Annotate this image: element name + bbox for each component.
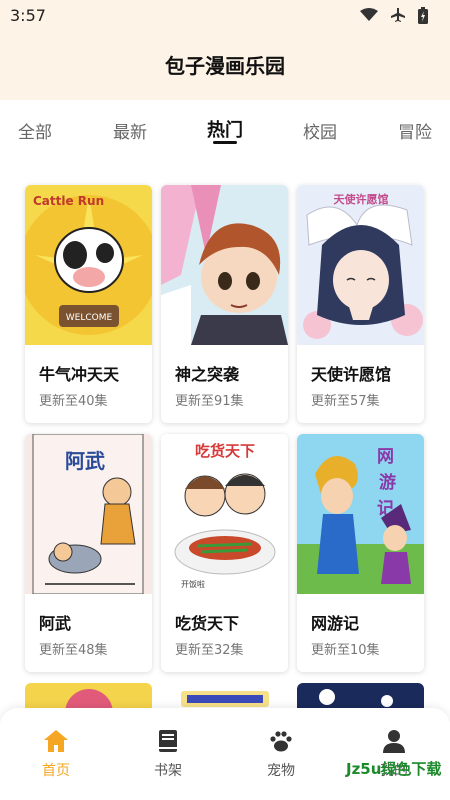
tab-hot[interactable]: 热门 [207,116,243,142]
paw-icon [270,731,292,752]
comic-card[interactable]: 吃货天下 开饭啦 吃货天下 更新至32集 [161,434,288,672]
status-icons [360,6,428,24]
comic-cover: 阿武 [25,434,152,594]
tab-adventure[interactable]: 冒险 [398,118,432,143]
status-bar: 3:57 [0,0,450,30]
nav-label: 首页 [42,763,70,779]
comic-title: 吃货天下 [175,614,240,633]
site-watermark: Jz5u绿色下载 [346,760,442,778]
nav-bookshelf[interactable]: 书架 [133,728,203,780]
status-time: 3:57 [10,5,46,25]
svg-text:吃货天下: 吃货天下 [195,442,255,460]
app-header: 3:57 包子漫画乐园 [0,0,450,100]
svg-text:Cattle Run: Cattle Run [33,194,104,208]
comic-card[interactable]: 网 游 记 网游记 更新至10集 [297,434,424,672]
nav-home[interactable]: 首页 [21,728,91,780]
tab-all[interactable]: 全部 [18,118,52,143]
comic-card[interactable]: WELCOME Cattle Run 牛气冲天天 更新至40集 [25,185,152,423]
comic-card[interactable]: 天使许愿馆 天使许愿馆 更新至57集 [297,185,424,423]
nav-pets[interactable]: 宠物 [246,728,316,780]
svg-text:开饭啦: 开饭啦 [181,579,205,589]
comic-cover: WELCOME Cattle Run [25,185,152,345]
comic-title: 牛气冲天天 [39,365,120,384]
comic-cover: 吃货天下 开饭啦 [161,434,288,594]
comic-cover [161,185,288,345]
svg-text:阿武: 阿武 [65,449,105,473]
comic-episode-count: 更新至40集 [39,394,108,409]
comic-cover: 天使许愿馆 [297,185,424,345]
nav-label: 宠物 [267,763,295,779]
user-icon [383,730,405,753]
comic-title: 神之突袭 [175,365,240,384]
bottom-nav: 首页 书架 宠物 我的 [0,708,450,800]
home-icon [44,730,68,752]
wifi-icon [360,8,378,21]
book-icon [159,730,177,752]
comic-card[interactable]: 神之突袭 更新至91集 [161,185,288,423]
comic-title: 天使许愿馆 [311,365,392,384]
comic-episode-count: 更新至57集 [311,394,380,409]
tab-latest[interactable]: 最新 [113,118,147,143]
battery-icon [418,6,428,24]
comic-title: 阿武 [39,614,72,633]
svg-text:网: 网 [377,447,394,467]
comic-title: 网游记 [311,614,360,633]
comic-episode-count: 更新至91集 [175,394,244,409]
comic-card[interactable]: 阿武 阿武 更新至48集 [25,434,152,672]
airplane-icon [391,8,405,22]
nav-label: 书架 [154,763,182,779]
svg-text:游: 游 [379,472,396,493]
comic-cover: 网 游 记 [297,434,424,594]
page-title: 包子漫画乐园 [165,54,285,78]
tab-campus[interactable]: 校园 [303,118,337,143]
svg-text:天使许愿馆: 天使许愿馆 [334,192,389,206]
comic-episode-count: 更新至10集 [311,643,380,658]
active-tab-indicator [213,141,237,144]
svg-text:WELCOME: WELCOME [66,313,113,323]
comic-episode-count: 更新至32集 [175,643,244,658]
comic-episode-count: 更新至48集 [39,643,108,658]
